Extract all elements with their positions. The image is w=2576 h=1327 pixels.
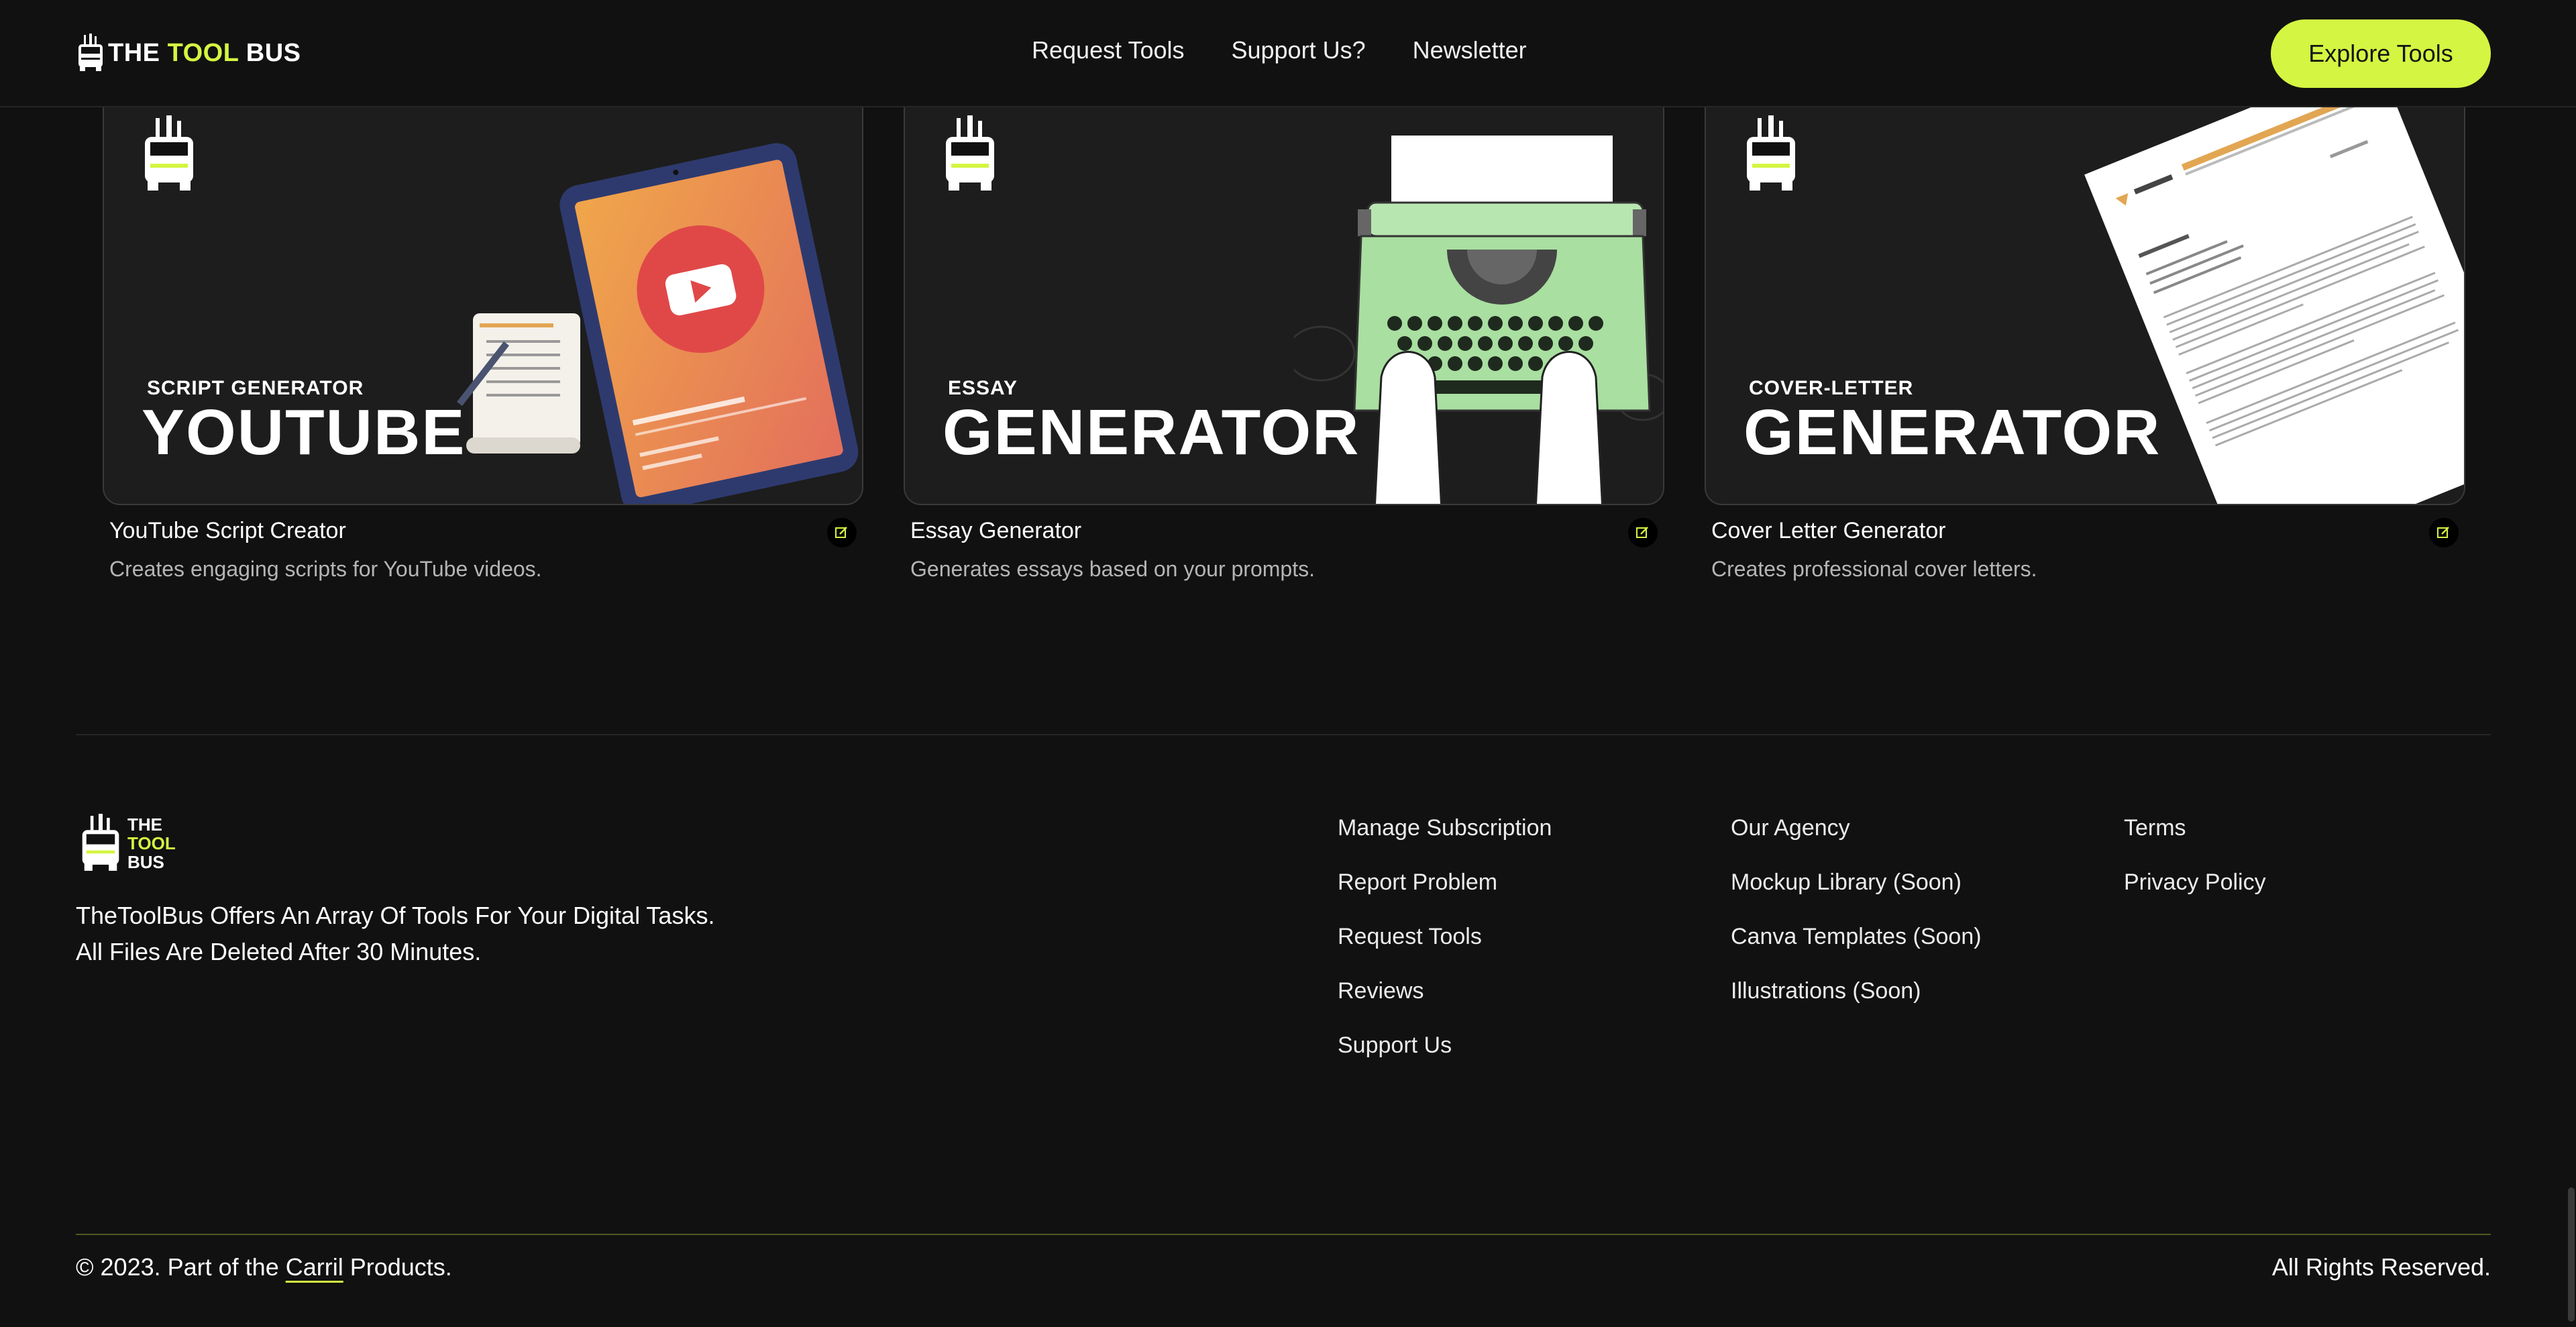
- footer-logo-text: THE TOOL BUS: [127, 814, 176, 872]
- rights-text: All Rights Reserved.: [2271, 1253, 2491, 1281]
- footer-link-support-us[interactable]: Support Us: [1338, 1031, 1552, 1060]
- card-description: Generates essays based on your prompts.: [910, 557, 1315, 581]
- site-header: THE TOOL BUS Request Tools Support Us? N…: [0, 0, 2576, 107]
- footer-divider: [76, 734, 2491, 735]
- footer-link-reviews[interactable]: Reviews: [1338, 977, 1552, 1006]
- card-title[interactable]: YouTube Script Creator: [109, 518, 346, 543]
- site-logo[interactable]: THE TOOL BUS: [76, 34, 301, 72]
- card-header: Essay Generator: [910, 518, 1658, 547]
- bus-logo-icon: [946, 115, 994, 191]
- footer-link-privacy-policy[interactable]: Privacy Policy: [2124, 868, 2266, 897]
- bus-logo-icon: [1747, 115, 1795, 191]
- edit-icon[interactable]: [1628, 518, 1658, 547]
- bus-logo-icon: [82, 814, 119, 871]
- card-header: YouTube Script Creator: [109, 518, 857, 547]
- footer-bottom-divider: [76, 1234, 2491, 1235]
- card-title[interactable]: Cover Letter Generator: [1711, 518, 1946, 543]
- bus-logo-icon: [78, 34, 103, 71]
- footer-link-manage-subscription[interactable]: Manage Subscription: [1338, 814, 1552, 843]
- card-image[interactable]: COVER-LETTER GENERATOR: [1705, 67, 2465, 505]
- copyright-text: © 2023. Part of the Carril Products.: [76, 1253, 452, 1281]
- footer-link-request-tools[interactable]: Request Tools: [1338, 922, 1552, 951]
- tool-card-youtube-script[interactable]: SCRIPT GENERATOR YOUTUBE YouTube Script …: [103, 67, 863, 581]
- tool-card-cover-letter[interactable]: COVER-LETTER GENERATOR Cover Letter Gene…: [1705, 67, 2465, 581]
- carril-link[interactable]: Carril: [286, 1253, 343, 1281]
- card-title[interactable]: Essay Generator: [910, 518, 1081, 543]
- scrollbar-thumb[interactable]: [2568, 1187, 2575, 1322]
- nav-request-tools[interactable]: Request Tools: [1032, 36, 1184, 64]
- footer-link-our-agency[interactable]: Our Agency: [1731, 814, 1982, 843]
- footer-logo[interactable]: THE TOOL BUS: [78, 814, 176, 873]
- footer-links-col-2: Our Agency Mockup Library (Soon) Canva T…: [1731, 814, 1982, 1006]
- edit-icon[interactable]: [827, 518, 857, 547]
- card-image[interactable]: SCRIPT GENERATOR YOUTUBE: [103, 67, 863, 505]
- logo-text: THE TOOL BUS: [108, 38, 301, 67]
- footer-links-col-3: Terms Privacy Policy: [2124, 814, 2266, 897]
- footer-link-illustrations[interactable]: Illustrations (Soon): [1731, 977, 1982, 1006]
- footer-link-report-problem[interactable]: Report Problem: [1338, 868, 1552, 897]
- footer-link-canva-templates[interactable]: Canva Templates (Soon): [1731, 922, 1982, 951]
- tool-card-essay-generator[interactable]: ESSAY GENERATOR Essay Generator Generate…: [904, 67, 1664, 581]
- nav-newsletter[interactable]: Newsletter: [1413, 36, 1527, 64]
- footer-link-terms[interactable]: Terms: [2124, 814, 2266, 843]
- card-description: Creates professional cover letters.: [1711, 557, 2037, 581]
- footer-links-col-1: Manage Subscription Report Problem Reque…: [1338, 814, 1552, 1060]
- card-description: Creates engaging scripts for YouTube vid…: [109, 557, 542, 581]
- footer-tagline: TheToolBus Offers An Array Of Tools For …: [76, 902, 715, 965]
- edit-icon[interactable]: [2429, 518, 2459, 547]
- bus-logo-icon: [145, 115, 193, 191]
- explore-tools-button[interactable]: Explore Tools: [2271, 19, 2491, 88]
- card-image-title: GENERATOR: [943, 396, 1360, 468]
- card-header: Cover Letter Generator: [1711, 518, 2459, 547]
- page-scrollbar[interactable]: [2567, 0, 2576, 1327]
- footer-link-mockup-library[interactable]: Mockup Library (Soon): [1731, 868, 1982, 897]
- card-image-title: YOUTUBE: [142, 396, 466, 468]
- tablet-illustration: [457, 143, 859, 504]
- card-image-title: GENERATOR: [1743, 396, 2161, 468]
- nav-support-us[interactable]: Support Us?: [1231, 36, 1365, 64]
- main-nav: Request Tools Support Us? Newsletter: [1032, 36, 1527, 64]
- card-image[interactable]: ESSAY GENERATOR: [904, 67, 1664, 505]
